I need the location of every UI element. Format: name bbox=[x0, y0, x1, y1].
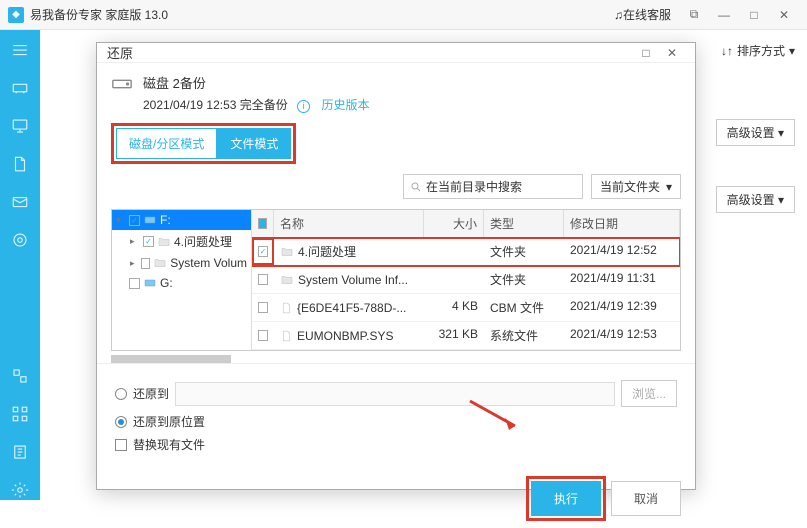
file-backup-icon[interactable] bbox=[10, 154, 30, 174]
tree-item[interactable]: G: bbox=[112, 273, 251, 293]
radio-restore-to[interactable] bbox=[115, 388, 127, 400]
online-service-label: 在线客服 bbox=[623, 6, 671, 23]
browse-button[interactable]: 浏览... bbox=[621, 380, 677, 407]
window-restore-icon[interactable]: ⧉ bbox=[679, 0, 709, 30]
tab-file-mode[interactable]: 文件模式 bbox=[217, 128, 291, 159]
file-list: 名称 大小 类型 修改日期 ✓4.问题处理文件夹2021/4/19 12:52S… bbox=[252, 210, 680, 350]
history-link[interactable]: 历史版本 bbox=[321, 98, 369, 112]
tree-item[interactable]: ▸✓4.问题处理 bbox=[112, 230, 251, 253]
dialog-footer: 执行 取消 bbox=[97, 469, 695, 528]
list-row[interactable]: ✓4.问题处理文件夹2021/4/19 12:52 bbox=[252, 238, 680, 266]
window-close-icon[interactable]: ✕ bbox=[769, 0, 799, 30]
backup-timestamp: 2021/04/19 12:53 完全备份 bbox=[143, 98, 288, 112]
info-icon: i bbox=[297, 100, 310, 113]
restore-path-input[interactable] bbox=[175, 382, 615, 406]
col-date[interactable]: 修改日期 bbox=[564, 210, 680, 237]
chevron-down-icon: ▾ bbox=[778, 193, 784, 207]
chevron-down-icon: ▾ bbox=[778, 126, 784, 140]
replace-label: 替换现有文件 bbox=[133, 436, 205, 453]
list-row[interactable]: System Volume Inf...文件夹2021/4/19 11:31 bbox=[252, 266, 680, 294]
titlebar: ◆ 易我备份专家 家庭版 13.0 ♫ 在线客服 ⧉ ― □ ✕ bbox=[0, 0, 807, 30]
tree-item[interactable]: ▾✓F: bbox=[112, 210, 251, 230]
col-size[interactable]: 大小 bbox=[424, 210, 484, 237]
mode-tabs: 磁盘/分区模式 文件模式 bbox=[111, 123, 296, 164]
radio-restore-original[interactable] bbox=[115, 416, 127, 428]
sort-button[interactable]: ↓↑ 排序方式 ▾ bbox=[721, 42, 795, 59]
restore-dialog: 还原 □ ✕ 磁盘 2备份 2021/04/19 12:53 完全备份 i 历史… bbox=[96, 42, 696, 490]
search-scope-label: 当前文件夹 bbox=[600, 178, 660, 195]
dialog-close-icon[interactable]: ✕ bbox=[659, 46, 685, 60]
app-title: 易我备份专家 家庭版 13.0 bbox=[30, 6, 614, 23]
sidebar bbox=[0, 30, 40, 500]
backup-meta: 2021/04/19 12:53 完全备份 i 历史版本 bbox=[143, 96, 369, 113]
execute-button[interactable]: 执行 bbox=[531, 481, 601, 516]
tools-icon[interactable] bbox=[10, 366, 30, 386]
disk-icon bbox=[111, 73, 133, 98]
apps-icon[interactable] bbox=[10, 404, 30, 424]
search-scope-select[interactable]: 当前文件夹 ▾ bbox=[591, 174, 681, 199]
chevron-down-icon: ▾ bbox=[789, 44, 795, 58]
tab-disk-mode[interactable]: 磁盘/分区模式 bbox=[116, 128, 217, 159]
menu-icon[interactable] bbox=[10, 40, 30, 60]
sort-icon: ↓↑ bbox=[721, 44, 733, 58]
advanced-settings-label: 高级设置 bbox=[727, 193, 775, 207]
dialog-maximize-icon[interactable]: □ bbox=[633, 46, 659, 60]
app-logo-icon: ◆ bbox=[8, 7, 24, 23]
backup-header: 磁盘 2备份 2021/04/19 12:53 完全备份 i 历史版本 bbox=[97, 63, 695, 123]
search-placeholder: 在当前目录中搜索 bbox=[426, 178, 522, 195]
restore-original-label: 还原到原位置 bbox=[133, 413, 205, 430]
list-row[interactable]: EUMONBMP.SYS321 KB系统文件2021/4/19 12:53 bbox=[252, 322, 680, 350]
tree-item[interactable]: ▸System Volum bbox=[112, 253, 251, 273]
mail-backup-icon[interactable] bbox=[10, 192, 30, 212]
list-row[interactable]: {E6DE41F5-788D-...4 KBCBM 文件2021/4/19 12… bbox=[252, 294, 680, 322]
sort-label: 排序方式 bbox=[737, 42, 785, 59]
checkbox-replace[interactable] bbox=[115, 439, 127, 451]
destination-panel: 还原到 浏览... 还原到原位置 替换现有文件 bbox=[97, 363, 695, 469]
disk-backup-icon[interactable] bbox=[10, 78, 30, 98]
cancel-button[interactable]: 取消 bbox=[611, 481, 681, 516]
search-input[interactable]: 在当前目录中搜索 bbox=[403, 174, 583, 199]
folder-tree[interactable]: ▾✓F:▸✓4.问题处理▸System VolumG: bbox=[112, 210, 252, 350]
system-backup-icon[interactable] bbox=[10, 116, 30, 136]
settings-icon[interactable] bbox=[10, 480, 30, 500]
advanced-settings-button[interactable]: 高级设置 ▾ bbox=[716, 186, 795, 213]
col-check[interactable] bbox=[252, 210, 274, 237]
list-header: 名称 大小 类型 修改日期 bbox=[252, 210, 680, 238]
logs-icon[interactable] bbox=[10, 442, 30, 462]
col-type[interactable]: 类型 bbox=[484, 210, 564, 237]
restore-to-label: 还原到 bbox=[133, 385, 169, 402]
window-minimize-icon[interactable]: ― bbox=[709, 0, 739, 30]
file-browser: ▾✓F:▸✓4.问题处理▸System VolumG: 名称 大小 类型 修改日… bbox=[111, 209, 681, 351]
chevron-down-icon: ▾ bbox=[666, 180, 672, 194]
online-service-link[interactable]: ♫ 在线客服 bbox=[614, 6, 671, 23]
col-name[interactable]: 名称 bbox=[274, 210, 424, 237]
advanced-settings-label: 高级设置 bbox=[727, 126, 775, 140]
headset-icon: ♫ bbox=[614, 8, 623, 22]
dialog-titlebar: 还原 □ ✕ bbox=[97, 43, 695, 63]
advanced-settings-button[interactable]: 高级设置 ▾ bbox=[716, 119, 795, 146]
dialog-title: 还原 bbox=[107, 43, 633, 62]
search-icon bbox=[410, 181, 422, 193]
clone-icon[interactable] bbox=[10, 230, 30, 250]
window-maximize-icon[interactable]: □ bbox=[739, 0, 769, 30]
backup-name: 磁盘 2备份 bbox=[143, 73, 369, 92]
